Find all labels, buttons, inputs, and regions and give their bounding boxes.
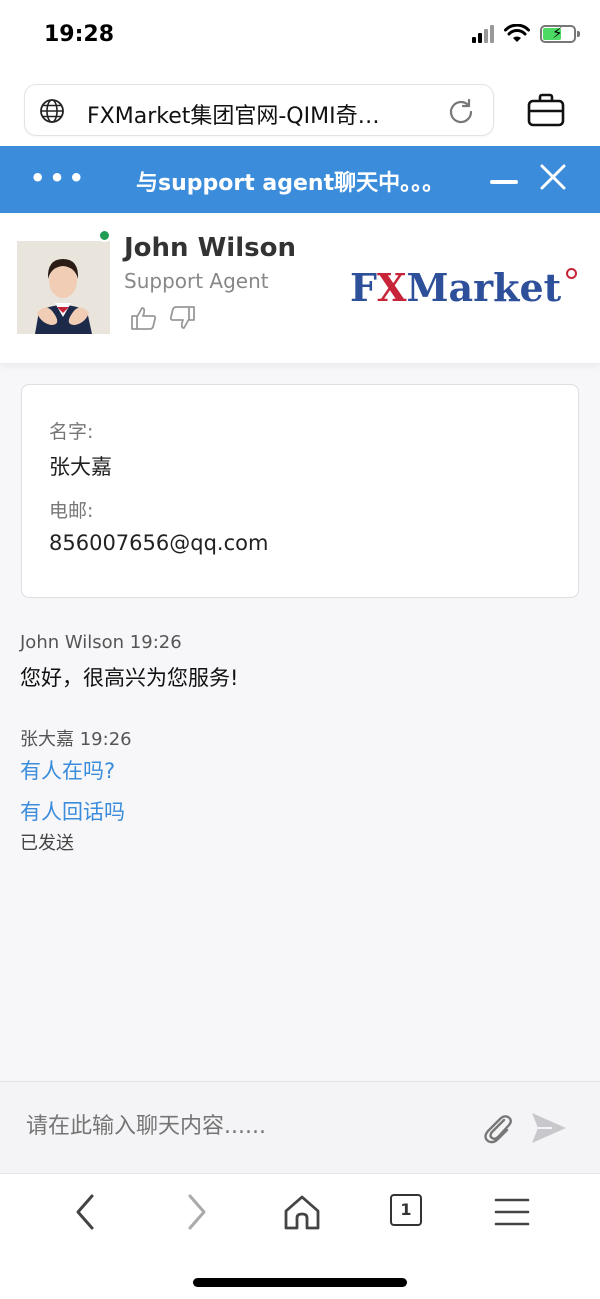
message-meta: John Wilson 19:26 [20,632,182,653]
email-value: 856007656@qq.com [49,531,269,555]
page-title: FXMarket集团官网-QIMI奇… [87,104,380,129]
agent-name: John Wilson [124,233,296,263]
thumbs-down-icon[interactable] [168,305,196,331]
tabs-icon[interactable]: 1 [390,1194,422,1226]
home-indicator [193,1278,407,1287]
message-composer [0,1081,600,1173]
agent-message: 您好，很高兴为您服务! [20,666,239,690]
online-status-indicator [98,229,111,242]
more-options-button[interactable]: ••• [30,164,88,192]
avatar [17,241,110,334]
battery-charging-icon: ⚡ [540,24,580,43]
agent-card: John Wilson Support Agent FXMarket [0,213,600,363]
user-message: 有人在吗? [20,759,116,783]
briefcase-icon[interactable] [526,92,566,128]
home-icon[interactable] [282,1192,322,1232]
chat-input[interactable] [26,1114,446,1139]
browser-toolbar: FXMarket集团官网-QIMI奇… [0,72,600,146]
thumbs-up-icon[interactable] [130,305,158,331]
message-meta: 张大嘉 19:26 [20,729,132,750]
agent-role: Support Agent [124,269,269,293]
email-label: 电邮: [49,500,94,522]
send-icon[interactable] [530,1110,568,1146]
name-label: 名字: [49,421,94,443]
close-icon[interactable] [538,162,568,192]
chat-title: 与support agent聊天中。。。 [136,171,445,196]
message-status: 已发送 [20,833,74,854]
browser-bottom-nav: 1 [0,1173,600,1299]
status-bar: 19:28 ⚡ [0,0,600,72]
user-message: 有人回话吗 [20,800,125,824]
chat-header: ••• 与support agent聊天中。。。 [0,146,600,213]
status-icons: ⚡ [472,24,580,44]
visitor-info-card: 名字: 张大嘉 电邮: 856007656@qq.com [21,384,579,598]
wifi-icon [504,24,530,42]
registered-mark-icon [566,268,577,279]
address-bar[interactable]: FXMarket集团官网-QIMI奇… [24,84,494,136]
status-time: 19:28 [44,22,115,47]
back-icon[interactable] [66,1192,106,1232]
globe-icon [40,99,64,123]
name-value: 张大嘉 [49,455,112,479]
minimize-icon[interactable] [490,180,518,184]
menu-icon[interactable] [492,1192,532,1232]
fxmarket-logo: FXMarket [350,265,562,310]
reload-icon[interactable] [447,97,475,125]
paperclip-icon[interactable] [480,1110,516,1146]
signal-icon [472,25,494,43]
forward-icon[interactable] [176,1192,216,1232]
